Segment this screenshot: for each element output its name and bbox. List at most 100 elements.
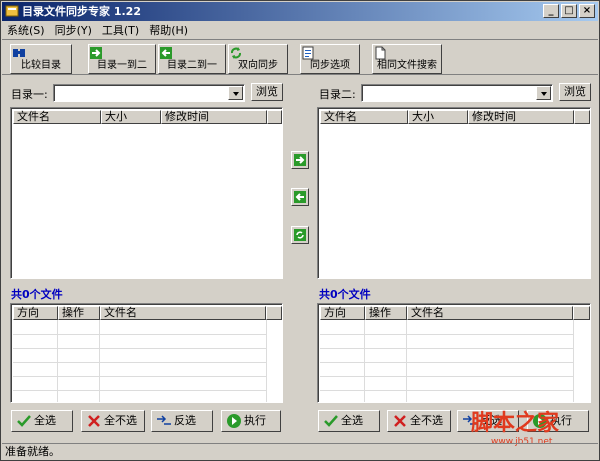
- compare-button[interactable]: 比较目录: [10, 44, 72, 74]
- sync-both-button[interactable]: [291, 226, 309, 244]
- column-header-direction[interactable]: 方向: [13, 306, 58, 320]
- cross-icon: [394, 415, 406, 427]
- column-header-operation[interactable]: 操作: [365, 306, 407, 320]
- checkmark-icon: [324, 415, 338, 427]
- grid-line: [13, 334, 266, 335]
- dir2-action-list[interactable]: 方向 操作 文件名: [317, 303, 591, 403]
- one-to-two-label: 目录一到二: [97, 60, 147, 71]
- grid-line: [13, 390, 266, 391]
- dir1-file-list[interactable]: 文件名 大小 修改时间: [10, 107, 283, 279]
- status-bar: 准备就绪。: [2, 443, 598, 460]
- same-file-search-label: 相同文件搜索: [377, 60, 437, 71]
- menu-help[interactable]: 帮助(H): [144, 22, 193, 39]
- window-title: 目录文件同步专家 1.22: [22, 5, 141, 18]
- right-select-none-button[interactable]: 全不选: [387, 410, 451, 432]
- grid-line: [13, 348, 266, 349]
- watermark-logo: 脚本之家: [471, 410, 560, 436]
- grid-line: [320, 334, 573, 335]
- grid-line: [320, 348, 573, 349]
- grid-line: [13, 362, 266, 363]
- grid-column: [406, 320, 407, 402]
- close-button[interactable]: ×: [579, 4, 595, 18]
- left-execute-button[interactable]: 执行: [221, 410, 281, 432]
- column-header-spacer: [573, 306, 590, 320]
- column-header-modified[interactable]: 修改时间: [161, 110, 267, 124]
- dir1-action-list[interactable]: 方向 操作 文件名: [10, 303, 283, 403]
- left-invert-button[interactable]: 反选: [151, 410, 213, 432]
- dir1-label: 目录一:: [11, 88, 48, 101]
- toolbar: 比较目录 目录一到二 目录二到一 双向同步 同步选项 相同文件搜索: [2, 41, 598, 75]
- bidirectional-sync-button[interactable]: 双向同步: [228, 44, 288, 74]
- chevron-down-icon[interactable]: [228, 86, 243, 100]
- menu-tools[interactable]: 工具(T): [97, 22, 144, 39]
- checkmark-icon: [17, 415, 31, 427]
- chevron-down-icon[interactable]: [536, 86, 551, 100]
- left-select-none-button[interactable]: 全不选: [81, 410, 145, 432]
- column-header-size[interactable]: 大小: [408, 110, 468, 124]
- grid-line: [320, 376, 573, 377]
- column-header-filename[interactable]: 文件名: [407, 306, 573, 320]
- arrow-right-icon: [294, 154, 306, 166]
- refresh-icon: [294, 229, 306, 241]
- left-select-all-button[interactable]: 全选: [11, 410, 73, 432]
- select-all-label: 全选: [341, 414, 363, 427]
- dir2-file-list[interactable]: 文件名 大小 修改时间: [317, 107, 591, 279]
- compare-label: 比较目录: [21, 60, 61, 71]
- copy-right-button[interactable]: [291, 151, 309, 169]
- app-window: 目录文件同步专家 1.22 _ □ × 系统(S) 同步(Y) 工具(T) 帮助…: [0, 0, 600, 461]
- right-select-all-button[interactable]: 全选: [318, 410, 380, 432]
- play-icon: [227, 414, 241, 428]
- arrow-left-icon: [294, 191, 306, 203]
- invert-label: 反选: [174, 414, 196, 427]
- menu-system[interactable]: 系统(S): [2, 22, 50, 39]
- grid-column: [57, 320, 58, 402]
- minimize-button[interactable]: _: [543, 4, 559, 18]
- select-all-label: 全选: [34, 414, 56, 427]
- bidirectional-sync-label: 双向同步: [238, 60, 278, 71]
- column-header-filename[interactable]: 文件名: [100, 306, 266, 320]
- column-header-filename[interactable]: 文件名: [13, 110, 101, 124]
- column-header-operation[interactable]: 操作: [58, 306, 100, 320]
- same-file-search-button[interactable]: 相同文件搜索: [372, 44, 442, 74]
- column-header-direction[interactable]: 方向: [320, 306, 365, 320]
- maximize-button[interactable]: □: [561, 4, 577, 18]
- column-header-spacer: [574, 110, 590, 124]
- grid-column: [573, 320, 574, 402]
- dir1-browse-button[interactable]: 浏览: [251, 83, 283, 101]
- grid-column: [364, 320, 365, 402]
- sync-options-button[interactable]: 同步选项: [300, 44, 360, 74]
- column-header-filename[interactable]: 文件名: [320, 110, 408, 124]
- document-icon: [375, 46, 386, 60]
- one-to-two-button[interactable]: 目录一到二: [88, 44, 156, 74]
- grid-column: [99, 320, 100, 402]
- options-icon: [302, 46, 314, 60]
- cross-icon: [88, 415, 100, 427]
- status-text: 准备就绪。: [5, 445, 60, 458]
- arrow-right-icon: [90, 47, 102, 59]
- dir2-combo[interactable]: [361, 84, 553, 102]
- dir1-combo[interactable]: [53, 84, 245, 102]
- sync-options-label: 同步选项: [310, 60, 350, 71]
- two-to-one-button[interactable]: 目录二到一: [158, 44, 226, 74]
- title-bar: 目录文件同步专家 1.22 _ □ ×: [2, 2, 598, 21]
- menu-bar: 系统(S) 同步(Y) 工具(T) 帮助(H): [2, 22, 598, 40]
- column-header-spacer: [266, 306, 282, 320]
- column-header-size[interactable]: 大小: [101, 110, 161, 124]
- two-to-one-label: 目录二到一: [167, 60, 217, 71]
- column-header-modified[interactable]: 修改时间: [468, 110, 574, 124]
- dir2-label: 目录二:: [319, 88, 356, 101]
- menu-sync[interactable]: 同步(Y): [50, 22, 97, 39]
- select-none-label: 全不选: [104, 414, 137, 427]
- dir2-browse-button[interactable]: 浏览: [559, 83, 591, 101]
- grid-line: [13, 376, 266, 377]
- copy-left-button[interactable]: [291, 188, 309, 206]
- execute-label: 执行: [244, 414, 266, 427]
- refresh-icon: [231, 47, 241, 59]
- column-header-spacer: [267, 110, 282, 124]
- grid-column: [266, 320, 267, 402]
- app-icon: [5, 5, 19, 17]
- invert-arrows-icon: [157, 415, 171, 425]
- dir1-file-count: 共0个文件: [11, 288, 63, 301]
- grid-line: [320, 362, 573, 363]
- dir2-file-count: 共0个文件: [319, 288, 371, 301]
